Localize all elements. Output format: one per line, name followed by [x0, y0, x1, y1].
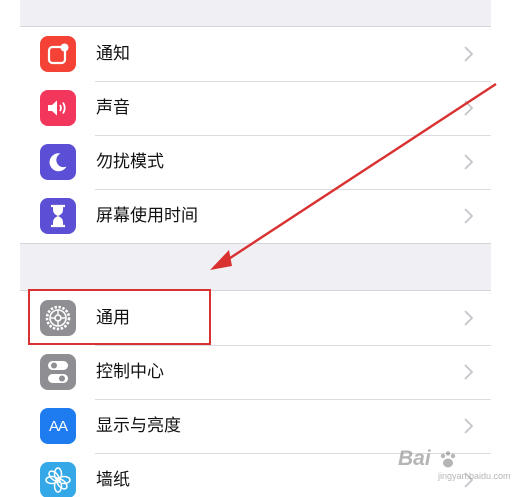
toggles-icon [40, 354, 76, 390]
settings-row-screen-time[interactable]: 屏幕使用时间 [20, 189, 491, 243]
chevron-right-icon [464, 364, 473, 380]
chevron-right-icon [464, 418, 473, 434]
watermark-subtext: jingyan.baidu.com [438, 471, 511, 481]
watermark-logo: Bai jingyan.baidu.com [398, 447, 511, 481]
settings-row-label: 声音 [96, 98, 130, 118]
sound-icon [40, 90, 76, 126]
moon-icon [40, 144, 76, 180]
settings-row-label: 显示与亮度 [96, 416, 181, 436]
settings-row-label: 屏幕使用时间 [96, 206, 198, 226]
watermark-text: Bai [398, 447, 431, 470]
display-aa-icon-text: AA [48, 417, 68, 435]
chevron-right-icon [464, 154, 473, 170]
notifications-icon [40, 36, 76, 72]
chevron-right-icon [464, 46, 473, 62]
settings-row-control-center[interactable]: 控制中心 [20, 345, 491, 399]
settings-screen: 通知 声音 勿扰模式 屏幕使用时间 通用 控制中心 AA 显示与亮度 墙纸 [20, 0, 491, 497]
settings-row-label: 勿扰模式 [96, 152, 164, 172]
settings-row-sound[interactable]: 声音 [20, 81, 491, 135]
wallpaper-flower-icon [40, 462, 76, 497]
paw-icon [440, 451, 456, 468]
chevron-right-icon [464, 310, 473, 326]
settings-group-1: 通知 声音 勿扰模式 屏幕使用时间 [20, 26, 491, 244]
chevron-right-icon [464, 100, 473, 116]
settings-row-do-not-disturb[interactable]: 勿扰模式 [20, 135, 491, 189]
display-aa-icon: AA [40, 408, 76, 444]
settings-row-display-brightness[interactable]: AA 显示与亮度 [20, 399, 491, 453]
settings-row-label: 通知 [96, 44, 130, 64]
settings-row-label: 墙纸 [96, 470, 130, 490]
hourglass-icon [40, 198, 76, 234]
highlight-box [28, 289, 211, 345]
settings-row-label: 控制中心 [96, 362, 164, 382]
chevron-right-icon [464, 208, 473, 224]
settings-row-notifications[interactable]: 通知 [20, 27, 491, 81]
